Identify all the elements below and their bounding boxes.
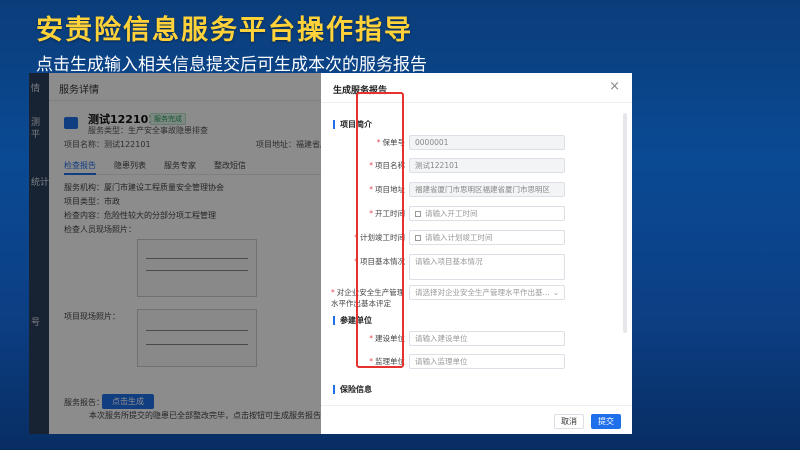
submit-button[interactable]: 提交	[591, 414, 621, 429]
supervision-unit-input[interactable]: 请输入监理单位	[409, 354, 565, 369]
project-address-input[interactable]: 福建省厦门市思明区福建省厦门市思明区	[409, 182, 565, 197]
modal-scrollbar[interactable]	[623, 113, 627, 333]
modal-footer: 取消 提交	[321, 405, 632, 434]
chevron-down-icon: ⌄	[552, 288, 559, 297]
project-basic-textarea[interactable]: 请输入项目基本情况	[409, 254, 565, 280]
start-date-input[interactable]: 请输入开工时间	[409, 206, 565, 221]
project-name-input[interactable]: 测试122101	[409, 158, 565, 173]
screenshot-frame: 情 测 平 统计 号 服务详情 测试122101 服务完成 服务类型：生产安全事…	[29, 73, 632, 434]
policy-no-input[interactable]: 0000001	[409, 135, 565, 150]
close-icon[interactable]: ×	[609, 79, 620, 94]
highlight-box	[356, 92, 404, 368]
slide-title: 安责险信息服务平台操作指导	[36, 15, 413, 46]
cancel-button[interactable]: 取消	[554, 414, 584, 429]
section-insurance: 保险信息	[333, 385, 372, 394]
planned-completion-input[interactable]: 请输入计划竣工时间	[409, 230, 565, 245]
calendar-icon	[415, 211, 421, 217]
safety-level-select[interactable]: 请选择对企业安全生产管理水平作出基... ⌄	[409, 285, 565, 300]
calendar-icon	[415, 235, 421, 241]
construction-unit-input[interactable]: 请输入建设单位	[409, 331, 565, 346]
slide-subtitle: 点击生成输入相关信息提交后可生成本次的服务报告	[36, 55, 427, 75]
